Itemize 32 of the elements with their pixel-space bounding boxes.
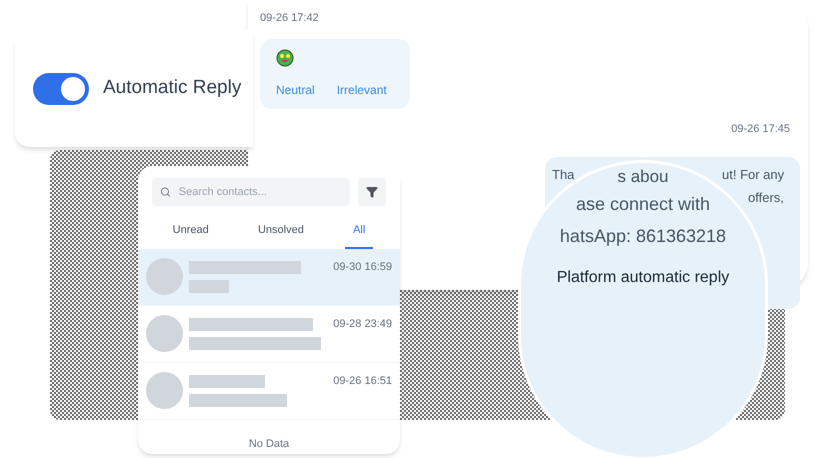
reaction-tag[interactable]: Irrelevant <box>336 80 387 98</box>
toggle-label: Automatic Reply <box>103 76 242 100</box>
message-time: 09-26 17:45 <box>730 122 791 136</box>
message-text: Tha <box>552 166 574 184</box>
reaction-tag[interactable]: Neutral <box>276 80 315 98</box>
magnified-text: s abou <box>617 166 669 188</box>
redacted-preview <box>189 280 229 292</box>
filter-icon <box>366 186 378 198</box>
contact-row[interactable]: 09-30 16:59 <box>138 248 400 306</box>
search-input[interactable]: Search contacts... <box>178 184 342 200</box>
empty-state-text: No Data <box>248 436 290 452</box>
message-text: ut! For any <box>722 166 784 184</box>
contact-time: 09-28 23:49 <box>333 316 392 332</box>
filter-tab[interactable]: Unsolved <box>250 222 312 248</box>
avatar-placeholder <box>146 258 183 295</box>
message-time: 09-26 17:42 <box>260 11 320 26</box>
magnified-text: ase connect with <box>576 193 710 216</box>
contact-row[interactable]: 09-28 23:49 <box>138 306 400 362</box>
magnified-text: hatsApp: 861363218 <box>560 225 726 248</box>
magnified-text: Platform automatic reply <box>556 268 730 288</box>
search-field[interactable]: Search contacts... <box>152 178 350 206</box>
contact-row[interactable]: 09-26 16:51 <box>138 362 400 420</box>
avatar-placeholder <box>146 315 183 352</box>
message-text: offers, <box>748 189 784 207</box>
toggle-switch[interactable] <box>33 72 89 104</box>
search-icon <box>160 186 171 198</box>
filter-tab[interactable]: Unread <box>164 222 217 248</box>
emoji-face-icon <box>276 48 294 66</box>
filter-button[interactable] <box>358 178 386 206</box>
contact-time: 09-26 16:51 <box>333 374 392 388</box>
avatar-placeholder <box>146 372 183 409</box>
contact-time: 09-30 16:59 <box>333 260 392 274</box>
